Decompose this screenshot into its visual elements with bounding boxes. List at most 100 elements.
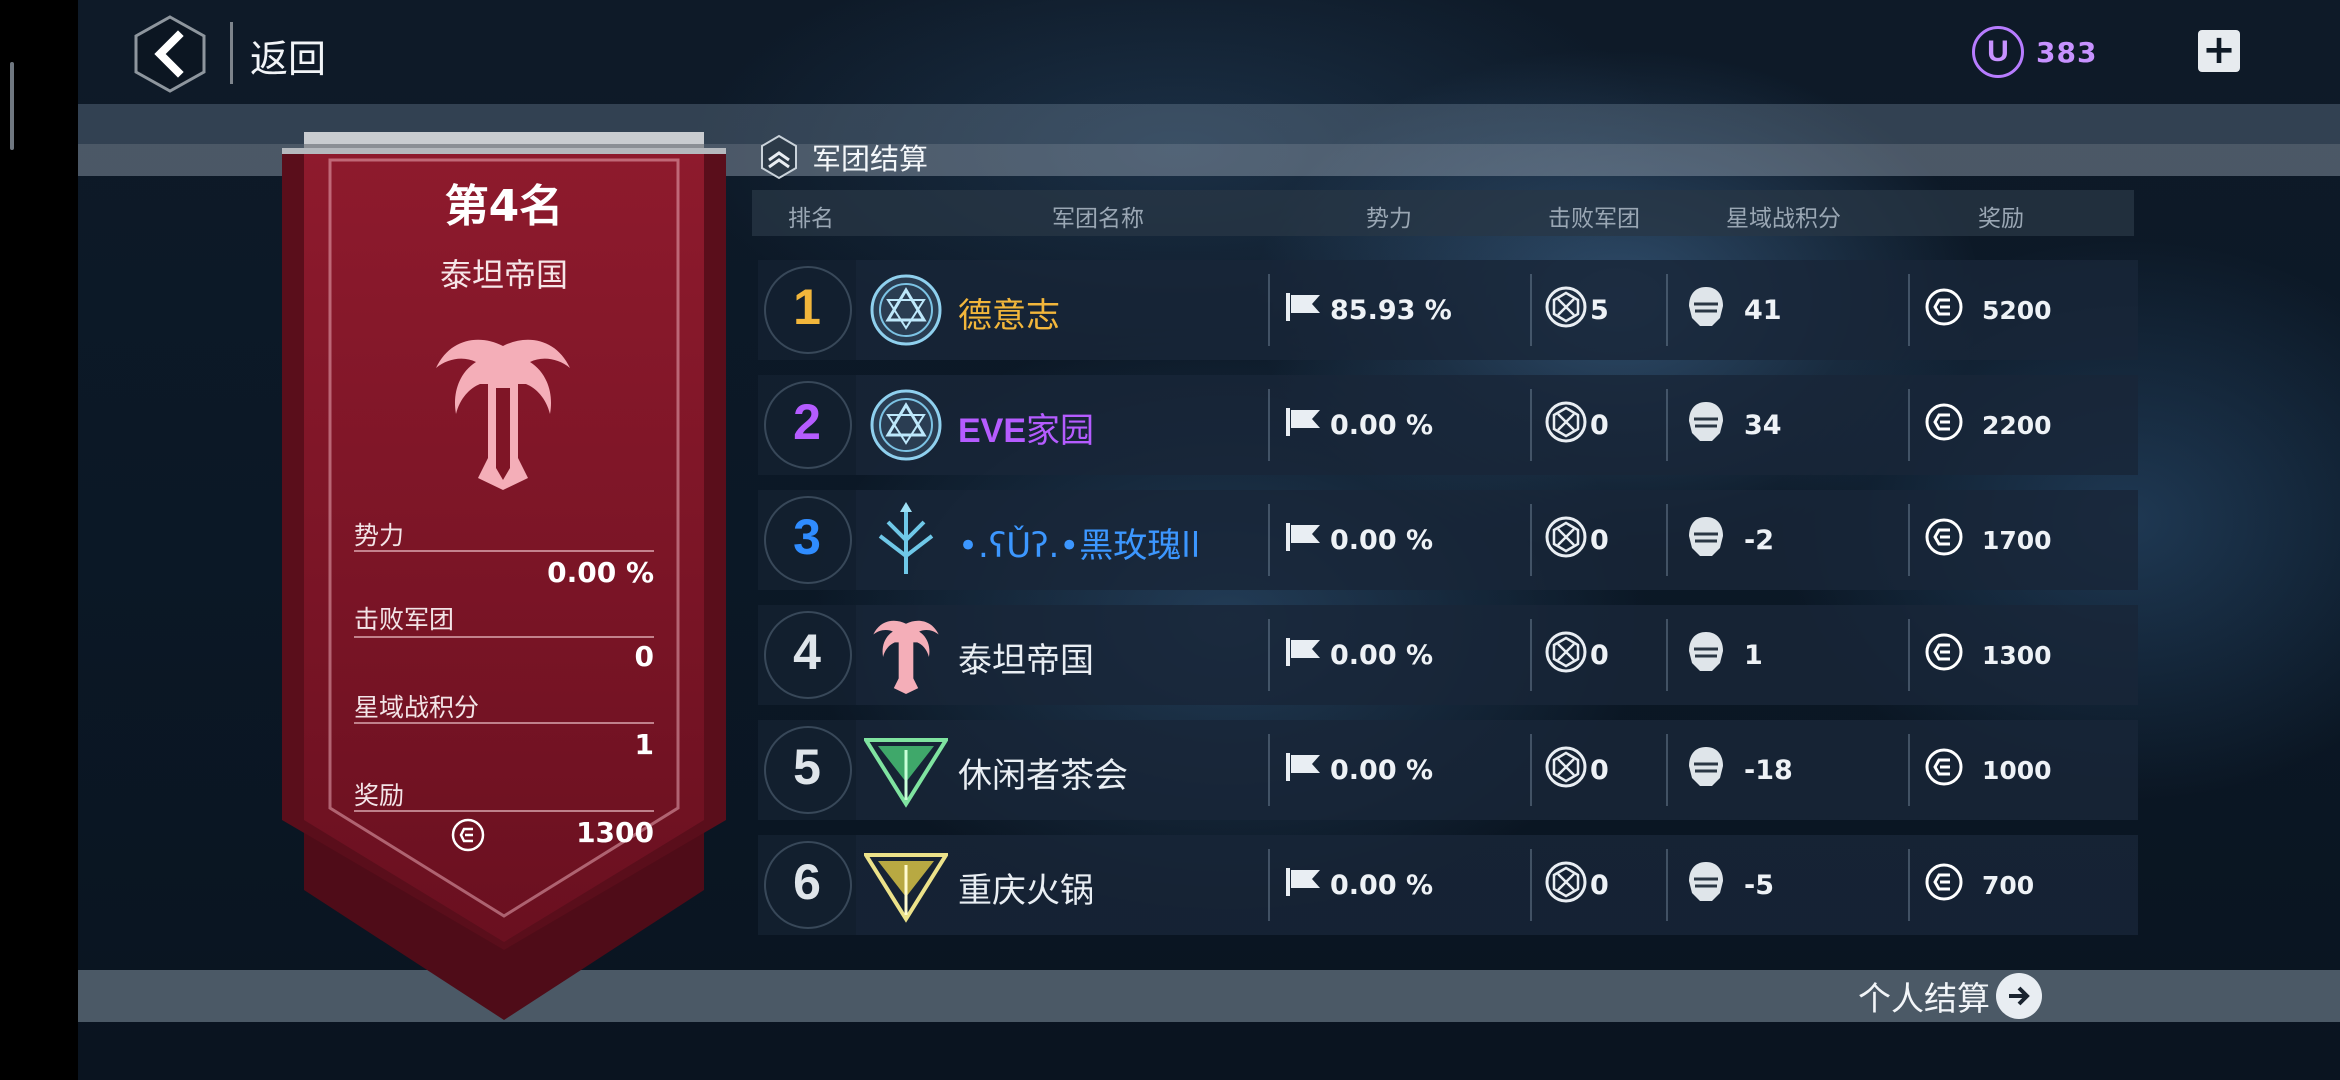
legion-name: 重庆火锅 bbox=[958, 863, 1094, 912]
score-cell: -18 bbox=[1686, 720, 1793, 820]
cell-divider bbox=[1666, 619, 1668, 691]
banner-stat-divider bbox=[354, 722, 654, 724]
rank-number: 6 bbox=[793, 854, 821, 910]
helmet-icon bbox=[1686, 514, 1726, 567]
reward-cell: 1700 bbox=[1924, 490, 2052, 590]
score-value: -18 bbox=[1744, 754, 1793, 786]
legion-name-text: 重庆火锅 bbox=[958, 871, 1094, 911]
flag-icon bbox=[1284, 866, 1322, 905]
defeated-value: 0 bbox=[1590, 754, 1609, 786]
rank-number: 2 bbox=[793, 394, 821, 450]
cell-divider bbox=[1666, 274, 1668, 346]
defeated-cell: 0 bbox=[1544, 835, 1609, 935]
rank-number: 4 bbox=[793, 624, 821, 680]
personal-settlement-button[interactable]: 个人结算 bbox=[1858, 972, 2042, 1020]
reward-value: 1000 bbox=[1982, 755, 2052, 785]
score-cell: -5 bbox=[1686, 835, 1774, 935]
add-currency-button[interactable]: + bbox=[2198, 30, 2240, 72]
flag-icon bbox=[1284, 636, 1322, 675]
defeated-cell: 5 bbox=[1544, 260, 1609, 360]
score-cell: -2 bbox=[1686, 490, 1774, 590]
cell-divider bbox=[1268, 274, 1270, 346]
flag-icon bbox=[1284, 291, 1322, 330]
reward-value: 700 bbox=[1982, 870, 2035, 900]
credit-coin-icon bbox=[1924, 747, 1964, 794]
currency-amount: 383 bbox=[2036, 35, 2098, 69]
legion-row[interactable]: 6 重庆火锅 0.00 % 0 -5 700 bbox=[758, 835, 2138, 935]
cell-divider bbox=[1530, 849, 1532, 921]
score-cell: 34 bbox=[1686, 375, 1782, 475]
legion-name-text: 德意志 bbox=[958, 296, 1060, 336]
system-edge-handle bbox=[10, 62, 14, 150]
cell-divider bbox=[1666, 389, 1668, 461]
credit-coin-icon bbox=[1924, 402, 1964, 449]
defeated-value: 0 bbox=[1590, 524, 1609, 556]
legion-emblem-circle-icon bbox=[856, 260, 956, 360]
credit-coin-icon bbox=[1924, 287, 1964, 334]
flag-icon bbox=[1284, 521, 1322, 560]
reward-cell: 700 bbox=[1924, 835, 2034, 935]
power-cell: 0.00 % bbox=[1284, 835, 1433, 935]
rank-number: 3 bbox=[793, 509, 821, 565]
defeated-cell: 0 bbox=[1544, 375, 1609, 475]
power-cell: 0.00 % bbox=[1284, 490, 1433, 590]
banner-stat-divider bbox=[354, 810, 654, 812]
banner-rank-title: 第4名 bbox=[444, 181, 564, 232]
score-value: 34 bbox=[1744, 409, 1782, 441]
power-cell: 0.00 % bbox=[1284, 375, 1433, 475]
legion-emblem-titan-icon bbox=[856, 605, 956, 705]
defeated-cell: 0 bbox=[1544, 605, 1609, 705]
legion-row[interactable]: 3 •.ʕǓʔ.•黑玫瑰ll 0.00 % 0 -2 1700 bbox=[758, 490, 2138, 590]
legion-name: 泰坦帝国 bbox=[958, 633, 1094, 682]
banner-stat-power-label: 势力 bbox=[354, 521, 405, 550]
flag-icon bbox=[1284, 751, 1322, 790]
banner-stat-defeated-label: 击败军团 bbox=[354, 605, 455, 634]
score-value: -5 bbox=[1744, 869, 1774, 901]
back-button[interactable] bbox=[132, 14, 208, 94]
legion-name-text: •.ʕǓʔ.•黑玫瑰ll bbox=[958, 526, 1201, 566]
defeated-cell: 0 bbox=[1544, 490, 1609, 590]
legion-row[interactable]: 4 泰坦帝国 0.00 % 0 1 1300 bbox=[758, 605, 2138, 705]
legion-row[interactable]: 2 EVE家园 0.00 % 0 34 2200 bbox=[758, 375, 2138, 475]
col-rank: 排名 bbox=[788, 206, 834, 232]
legion-emblem-wing-green-icon bbox=[856, 720, 956, 820]
reward-cell: 2200 bbox=[1924, 375, 2052, 475]
rank-badge: 4 bbox=[758, 605, 856, 705]
back-label[interactable]: 返回 bbox=[250, 28, 326, 83]
cell-divider bbox=[1530, 389, 1532, 461]
cell-divider bbox=[1268, 849, 1270, 921]
power-value: 0.00 % bbox=[1330, 869, 1434, 901]
cell-divider bbox=[1530, 504, 1532, 576]
legion-name-suffix: 家园 bbox=[1026, 411, 1095, 451]
u-coin-icon: U bbox=[1972, 26, 2024, 78]
power-cell: 0.00 % bbox=[1284, 720, 1433, 820]
banner-stat-power-value: 0.00 % bbox=[547, 556, 654, 589]
rank-badge: 6 bbox=[758, 835, 856, 935]
col-reward: 奖励 bbox=[1978, 206, 2024, 232]
defeated-value: 0 bbox=[1590, 409, 1609, 441]
crossed-shield-icon bbox=[1544, 745, 1588, 796]
legion-row[interactable]: 1 德意志 85.93 % 5 41 5200 bbox=[758, 260, 2138, 360]
helmet-icon bbox=[1686, 629, 1726, 682]
cell-divider bbox=[1908, 734, 1910, 806]
rank-badge: 5 bbox=[758, 720, 856, 820]
reward-cell: 1000 bbox=[1924, 720, 2052, 820]
power-value: 85.93 % bbox=[1330, 294, 1452, 326]
cell-divider bbox=[1908, 504, 1910, 576]
section-title: 军团结算 bbox=[812, 142, 929, 176]
legion-emblem-circle-icon bbox=[856, 375, 956, 475]
power-value: 0.00 % bbox=[1330, 754, 1434, 786]
topbar-divider bbox=[230, 22, 233, 84]
rank-number: 5 bbox=[793, 739, 821, 795]
reward-cell: 5200 bbox=[1924, 260, 2052, 360]
legion-row[interactable]: 5 休闲者茶会 0.00 % 0 -18 1000 bbox=[758, 720, 2138, 820]
crossed-shield-icon bbox=[1544, 860, 1588, 911]
reward-value: 5200 bbox=[1982, 295, 2052, 325]
defeated-value: 0 bbox=[1590, 639, 1609, 671]
reward-value: 2200 bbox=[1982, 410, 2052, 440]
helmet-icon bbox=[1686, 284, 1726, 337]
power-value: 0.00 % bbox=[1330, 524, 1434, 556]
credit-coin-icon bbox=[1924, 632, 1964, 679]
crossed-shield-icon bbox=[1544, 515, 1588, 566]
col-power: 势力 bbox=[1366, 206, 1412, 232]
